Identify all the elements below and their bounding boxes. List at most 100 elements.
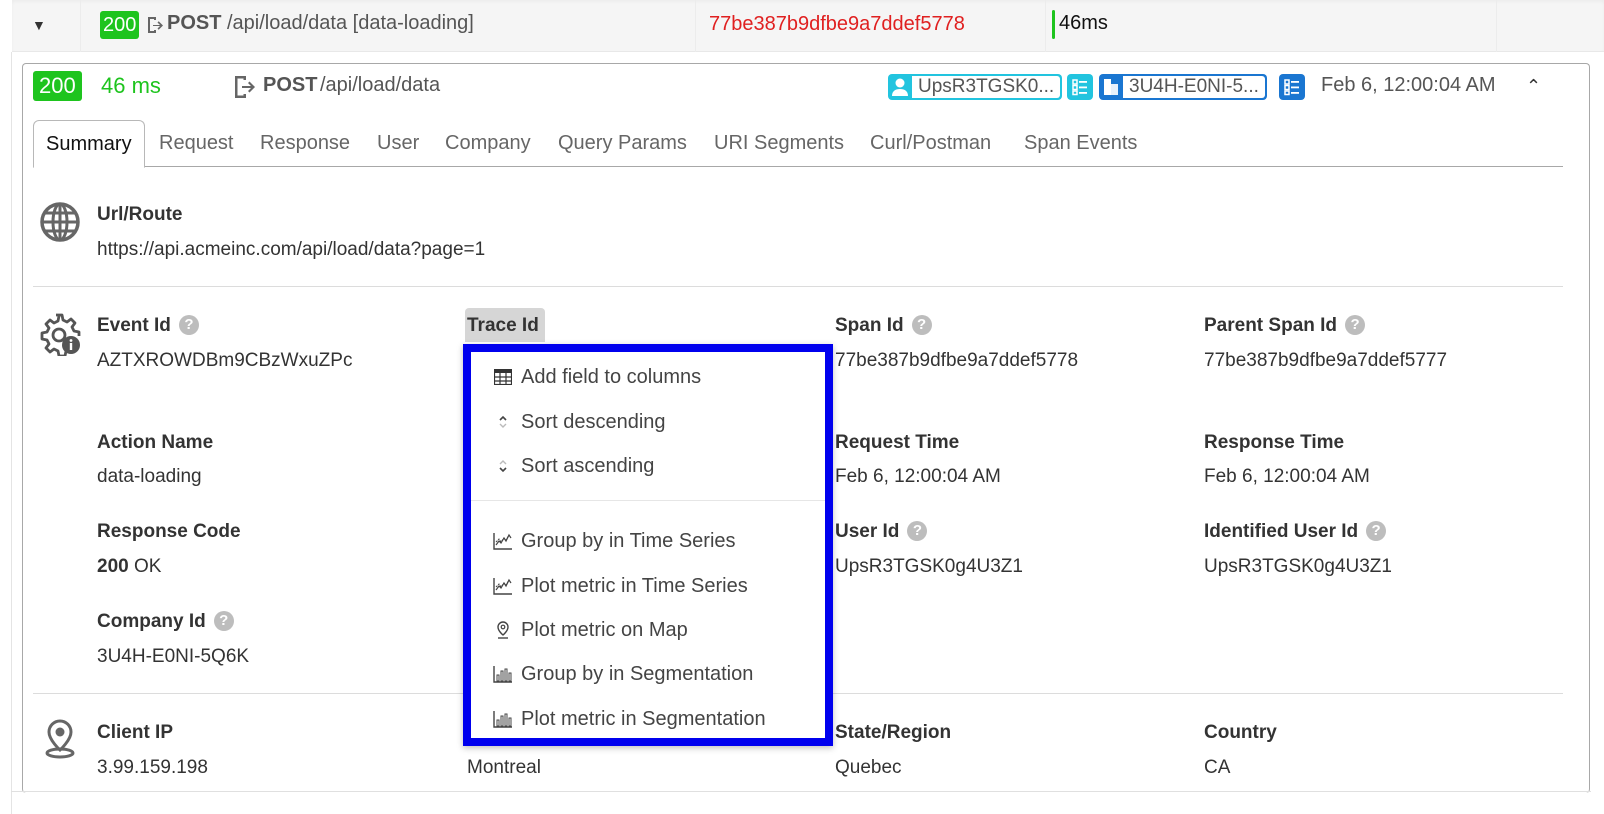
menu-item-label: Plot metric in Time Series: [521, 574, 748, 597]
response-code-label: Response Code: [97, 521, 241, 542]
help-icon[interactable]: ?: [1345, 315, 1366, 335]
country-value[interactable]: CA: [1204, 757, 1230, 779]
event-timestamp: Feb 6, 12:00:04 AM: [1321, 74, 1496, 96]
menu-item-plot-metric-segmentation[interactable]: Plot metric in Segmentation: [493, 704, 766, 734]
url-route-value[interactable]: https://api.acmeinc.com/api/load/data?pa…: [97, 239, 485, 261]
company-details-button[interactable]: [1279, 74, 1305, 100]
trace-id-label[interactable]: Trace Id: [467, 315, 539, 337]
collapse-caret-icon[interactable]: ▼: [32, 17, 46, 33]
field-context-menu: Add field to columns Sort descending Sor…: [463, 344, 833, 746]
menu-item-group-by-time-series[interactable]: Group by in Time Series: [493, 526, 736, 556]
request-path: /api/load/data: [320, 74, 441, 96]
map-pin-icon: [45, 719, 75, 759]
outgoing-request-icon: [148, 17, 163, 33]
action-name-value[interactable]: data-loading: [97, 466, 202, 488]
event-id-label-text: Event Id: [97, 315, 171, 336]
request-path: /api/load/data [data-loading]: [227, 12, 474, 34]
company-id-label-text: Company Id: [97, 611, 206, 632]
tab-query-params[interactable]: Query Params: [546, 120, 699, 167]
menu-item-label: Plot metric on Map: [521, 618, 688, 641]
identified-user-id-value[interactable]: UpsR3TGSK0g4U3Z1: [1204, 556, 1392, 578]
menu-item-sort-ascending[interactable]: Sort ascending: [493, 451, 654, 481]
parent-span-id-label: Parent Span Id?: [1204, 315, 1366, 337]
bar-chart-icon: [493, 664, 513, 684]
menu-item-plot-metric-on-map[interactable]: Plot metric on Map: [493, 615, 688, 645]
company-chip-label: 3U4H-E0NI-5...: [1123, 76, 1265, 98]
tab-request[interactable]: Request: [147, 120, 246, 167]
identified-user-id-label-text: Identified User Id: [1204, 521, 1359, 542]
event-id-value[interactable]: AZTXROWDBm9CBzWxuZPc: [97, 350, 352, 372]
list-icon: [1072, 79, 1087, 96]
request-time-value[interactable]: Feb 6, 12:00:04 AM: [835, 466, 1001, 488]
user-chip[interactable]: UpsR3TGSK0...: [888, 74, 1063, 100]
menu-item-plot-metric-time-series[interactable]: Plot metric in Time Series: [493, 571, 748, 601]
menu-divider: [471, 500, 825, 501]
table-icon: [493, 367, 513, 387]
column-divider: [80, 0, 81, 52]
user-chip-label: UpsR3TGSK0...: [912, 76, 1061, 98]
tab-uri-segments[interactable]: URI Segments: [702, 120, 856, 167]
time-series-icon: [493, 576, 513, 596]
tab-user[interactable]: User: [365, 120, 431, 167]
response-time-value[interactable]: Feb 6, 12:00:04 AM: [1204, 466, 1370, 488]
section-divider: [33, 286, 1563, 287]
bar-chart-icon: [493, 709, 513, 729]
company-id-value[interactable]: 3U4H-E0NI-5Q6K: [97, 646, 249, 668]
column-divider: [695, 0, 696, 52]
span-id-label: Span Id?: [835, 315, 932, 337]
help-icon[interactable]: ?: [907, 521, 928, 541]
state-region-value[interactable]: Quebec: [835, 757, 902, 779]
tab-span-events[interactable]: Span Events: [1012, 120, 1149, 167]
bottom-border: [11, 791, 1591, 792]
user-details-button[interactable]: [1067, 74, 1093, 100]
detail-tabs: Summary Request Response User Company Qu…: [33, 120, 1563, 168]
span-id-value[interactable]: 77be387b9dfbe9a7ddef5778: [709, 13, 965, 36]
response-code-value[interactable]: 200 OK: [97, 556, 161, 578]
menu-item-group-by-segmentation[interactable]: Group by in Segmentation: [493, 659, 753, 689]
column-divider: [1045, 0, 1046, 52]
tab-company[interactable]: Company: [433, 120, 543, 167]
menu-item-label: Sort descending: [521, 410, 666, 433]
request-method: POST: [263, 74, 318, 96]
response-code-text: OK: [133, 556, 162, 577]
menu-item-label: Group by in Segmentation: [521, 662, 754, 685]
globe-icon: [40, 202, 80, 242]
help-icon[interactable]: ?: [213, 611, 234, 631]
menu-item-label: Add field to columns: [521, 365, 702, 388]
action-name-label: Action Name: [97, 432, 214, 453]
sort-asc-icon: [493, 456, 513, 476]
tab-summary[interactable]: Summary: [33, 120, 145, 168]
help-icon[interactable]: ?: [178, 315, 199, 335]
chevron-up-icon[interactable]: ⌃: [1526, 76, 1541, 97]
city-value[interactable]: Montreal: [467, 757, 541, 779]
tab-response[interactable]: Response: [248, 120, 362, 167]
time-series-icon: [493, 531, 513, 551]
outgoing-request-icon: [235, 76, 255, 98]
help-icon[interactable]: ?: [1366, 521, 1387, 541]
status-badge: 200: [100, 11, 140, 39]
country-label: Country: [1204, 722, 1277, 743]
gear-info-icon: [40, 313, 81, 356]
menu-item-add-field-to-columns[interactable]: Add field to columns: [493, 362, 701, 392]
user-id-value[interactable]: UpsR3TGSK0g4U3Z1: [835, 556, 1023, 578]
status-badge: 200: [33, 71, 82, 101]
state-region-label: State/Region: [835, 722, 952, 743]
duration-value: 46 ms: [101, 73, 161, 98]
client-ip-value[interactable]: 3.99.159.198: [97, 757, 208, 779]
menu-item-label: Group by in Time Series: [521, 529, 736, 552]
company-id-label: Company Id?: [97, 611, 234, 633]
menu-item-label: Plot metric in Segmentation: [521, 707, 766, 730]
event-row[interactable]: ▼ 200 POST /api/load/data [data-loading]…: [12, 0, 1604, 52]
duration-bar: [1052, 10, 1055, 39]
identified-user-id-label: Identified User Id?: [1204, 521, 1387, 543]
tab-curl-postman[interactable]: Curl/Postman: [858, 120, 1003, 167]
parent-span-id-value[interactable]: 77be387b9dfbe9a7ddef5777: [1204, 350, 1447, 372]
menu-item-sort-descending[interactable]: Sort descending: [493, 407, 666, 437]
help-icon[interactable]: ?: [911, 315, 932, 335]
response-code-number: 200: [97, 556, 129, 577]
user-id-label-text: User Id: [835, 521, 900, 542]
request-time-label: Request Time: [835, 432, 960, 453]
company-chip[interactable]: 3U4H-E0NI-5...: [1099, 74, 1267, 100]
span-id-value[interactable]: 77be387b9dfbe9a7ddef5778: [835, 350, 1078, 372]
list-icon: [1284, 79, 1299, 96]
